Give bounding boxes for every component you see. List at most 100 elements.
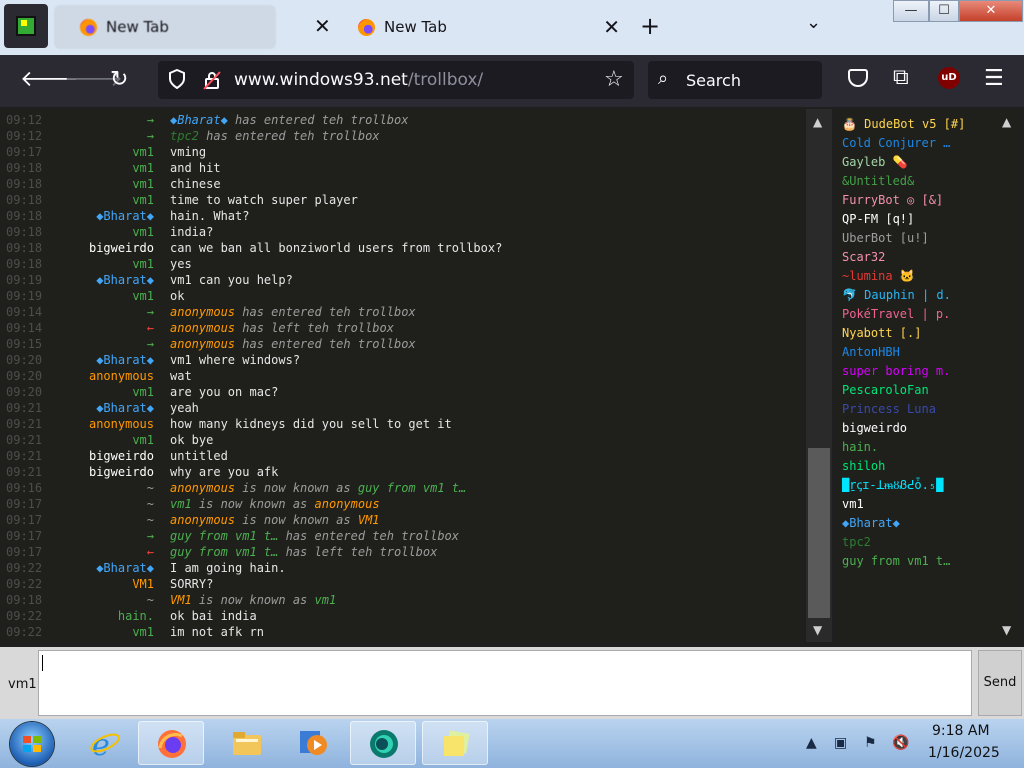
app-icon[interactable] [4, 4, 48, 48]
message-nick[interactable]: ~ [147, 512, 154, 528]
search-input[interactable]: ⌕ Search [648, 61, 822, 99]
nick-label[interactable]: vm1 [8, 677, 37, 692]
ublock-icon[interactable]: uD [938, 67, 960, 89]
message-nick[interactable]: ~ [147, 592, 154, 608]
scroll-down-icon[interactable]: ▼ [813, 623, 822, 637]
users-scroll-down-icon[interactable]: ▼ [1002, 623, 1011, 637]
action-center-icon[interactable]: ▣ [834, 735, 847, 751]
user-list-item[interactable]: PescaroloFan [842, 381, 929, 400]
user-list-item[interactable]: PokéTravel | p. [842, 305, 950, 324]
user-list-item[interactable]: super boring m. [842, 362, 950, 381]
message-nick[interactable]: vm1 [132, 224, 154, 240]
clock-time[interactable]: 9:18 AM [932, 723, 990, 739]
chat-messages[interactable]: 09:12 → ◆Bharat◆ has entered teh trollbox 0… [2, 109, 805, 642]
message-nick[interactable]: ◆Bharat◆ [96, 272, 154, 288]
message-nick[interactable]: ~ [147, 496, 154, 512]
pocket-icon[interactable] [848, 69, 868, 87]
user-list-item[interactable]: &Untitled& [842, 172, 914, 191]
user-list-item[interactable]: UberBot [u!] [842, 229, 929, 248]
user-list-item[interactable]: ◆Bharat◆ [842, 514, 900, 533]
message-nick[interactable]: vm1 [132, 624, 154, 640]
message-nick[interactable]: → [147, 528, 154, 544]
message-nick[interactable]: bigweirdo [89, 448, 154, 464]
tab-2-close-icon[interactable]: ✕ [603, 15, 620, 39]
message-nick[interactable]: vm1 [132, 192, 154, 208]
message-nick[interactable]: ◆Bharat◆ [96, 352, 154, 368]
message-nick[interactable]: VM1 [132, 576, 154, 592]
message-nick[interactable]: → [147, 112, 154, 128]
message-nick[interactable]: → [147, 336, 154, 352]
user-list-item[interactable]: ~lumina 🐱 [842, 267, 915, 286]
firefox-taskbar[interactable] [138, 721, 204, 765]
message-nick[interactable]: bigweirdo [89, 240, 154, 256]
shield-icon[interactable] [168, 69, 186, 89]
show-hidden-icons-icon[interactable]: ▲ [806, 735, 817, 751]
close-window-button[interactable]: ✕ [959, 0, 1023, 22]
user-list-item[interactable]: tpc2 [842, 533, 871, 552]
file-explorer-taskbar[interactable] [214, 721, 280, 765]
message-nick[interactable]: vm1 [132, 144, 154, 160]
message-nick[interactable]: bigweirdo [89, 464, 154, 480]
user-list-item[interactable]: 🎂 DudeBot v5 [#] [842, 115, 965, 134]
message-nick[interactable]: ~ [147, 480, 154, 496]
url-bar[interactable]: www.windows93.net/trollbox/ ☆ [158, 61, 634, 99]
chat-scroll-thumb[interactable] [808, 448, 830, 618]
user-list-item[interactable]: FurryBot ◎ [&] [842, 191, 943, 210]
app-green-taskbar[interactable] [350, 721, 416, 765]
scroll-up-icon[interactable]: ▲ [813, 115, 822, 129]
tab-1-close-icon[interactable]: ✕ [314, 14, 331, 38]
clock-date[interactable]: 1/16/2025 [928, 745, 1000, 761]
user-list-item[interactable]: QP-FM [q!] [842, 210, 914, 229]
message-nick[interactable]: → [147, 128, 154, 144]
message-nick[interactable]: vm1 [132, 432, 154, 448]
message-nick[interactable]: ← [147, 320, 154, 336]
message-nick[interactable]: vm1 [132, 384, 154, 400]
user-list-item[interactable]: Gayleb 💊 [842, 153, 908, 172]
message-nick[interactable]: ◆Bharat◆ [96, 400, 154, 416]
user-list-item[interactable]: vm1 [842, 495, 864, 514]
notes-taskbar[interactable] [422, 721, 488, 765]
bookmark-star-icon[interactable]: ☆ [604, 67, 624, 92]
volume-muted-icon[interactable]: 🔇 [892, 735, 909, 751]
user-list-item[interactable]: guy from vm1 t… [842, 552, 950, 571]
internet-explorer-taskbar[interactable]: e [72, 721, 138, 765]
message-input[interactable] [38, 650, 972, 716]
message-nick[interactable]: anonymous [89, 416, 154, 432]
user-list-item[interactable]: Nyabott [.] [842, 324, 921, 343]
message-nick[interactable]: vm1 [132, 288, 154, 304]
message-nick[interactable]: vm1 [132, 160, 154, 176]
message-nick[interactable]: → [147, 304, 154, 320]
message-nick[interactable]: ◆Bharat◆ [96, 208, 154, 224]
maximize-button[interactable]: ☐ [929, 0, 959, 22]
message-nick[interactable]: anonymous [89, 368, 154, 384]
send-button[interactable]: Send [978, 650, 1022, 716]
new-tab-button[interactable]: + [640, 12, 660, 40]
chat-scrollbar[interactable]: ▲ ▼ [806, 109, 832, 642]
user-list-item[interactable]: AntonHBH [842, 343, 900, 362]
lock-icon[interactable] [203, 70, 221, 90]
tab-list-chevron-icon[interactable]: ⌄ [806, 12, 821, 33]
tab-1[interactable]: New Tab [54, 5, 276, 49]
minimize-button[interactable]: — [893, 0, 929, 22]
user-list-item[interactable]: shiloh [842, 457, 885, 476]
user-list-item[interactable]: █ṟꞔɪ-ꓕᵯȣᏰᕍȱ.₅█ [842, 476, 943, 495]
reload-icon[interactable]: ↻ [110, 69, 128, 91]
tab-2[interactable]: New Tab ✕ [332, 5, 630, 49]
user-list-item[interactable]: Cold Conjurer … [842, 134, 950, 153]
users-scroll-up-icon[interactable]: ▲ [1002, 115, 1011, 129]
message-nick[interactable]: vm1 [132, 256, 154, 272]
user-list-item[interactable]: Princess Luna [842, 400, 936, 419]
user-list-item[interactable]: hain. [842, 438, 878, 457]
url-text[interactable]: www.windows93.net/trollbox/ [234, 70, 483, 90]
extensions-icon[interactable]: ⧉ [893, 65, 909, 90]
message-nick[interactable]: ← [147, 544, 154, 560]
flag-icon[interactable]: ⚑ [864, 735, 877, 751]
user-list-item[interactable]: bigweirdo [842, 419, 907, 438]
user-list-item[interactable]: 🐬 Dauphin | d. [842, 286, 951, 305]
menu-icon[interactable]: ☰ [984, 66, 1004, 91]
media-player-taskbar[interactable] [280, 721, 346, 765]
message-nick[interactable]: vm1 [132, 176, 154, 192]
message-nick[interactable]: ◆Bharat◆ [96, 560, 154, 576]
message-nick[interactable]: hain. [118, 608, 154, 624]
user-list-item[interactable]: Scar32 [842, 248, 885, 267]
